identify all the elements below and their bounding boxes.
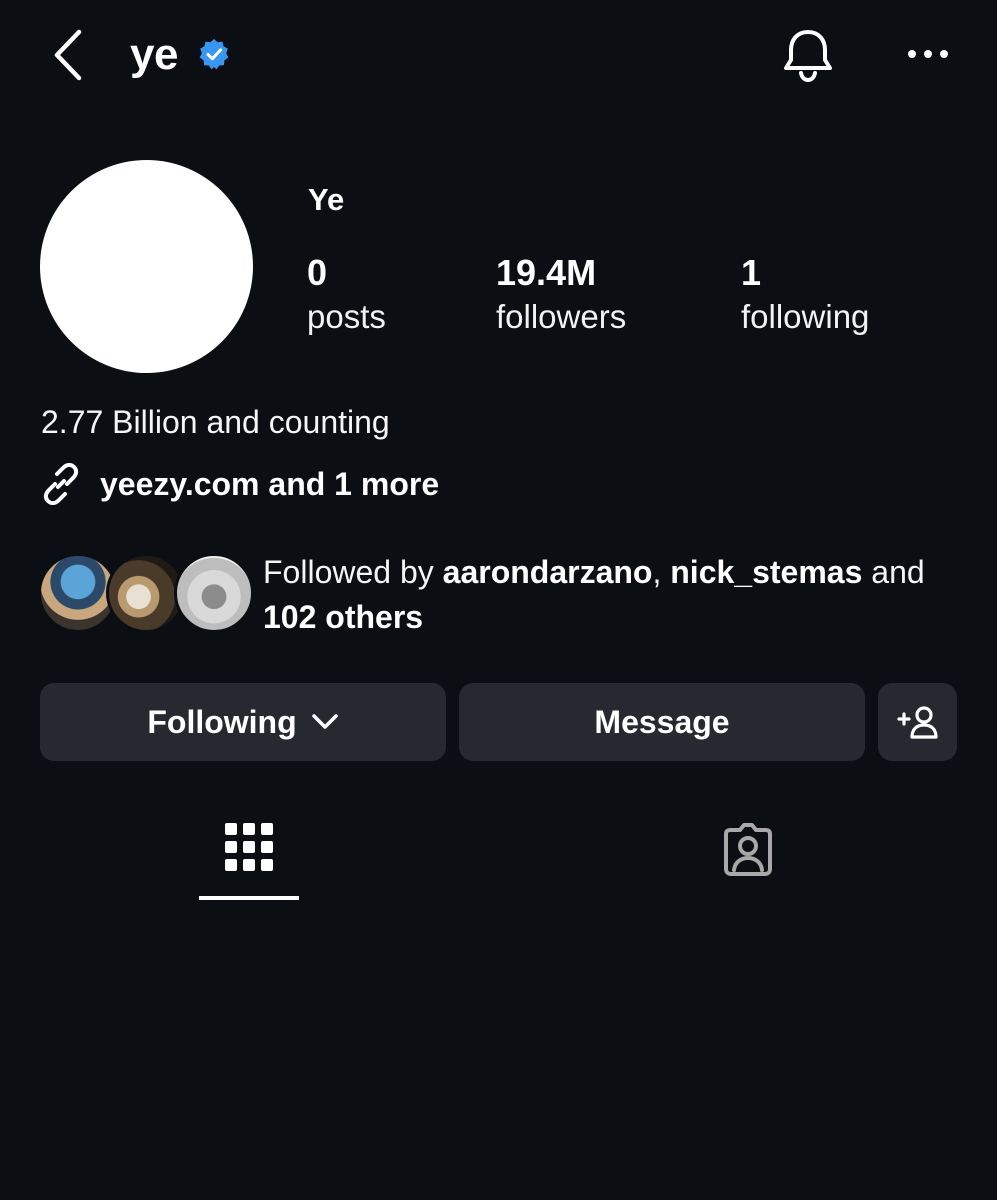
profile-screen: ye Ye 0 posts 19.4M followers 1 followin… — [0, 0, 997, 1200]
tab-tagged[interactable] — [698, 800, 798, 900]
bell-icon — [784, 30, 832, 83]
display-name: Ye — [308, 182, 345, 217]
posts-count: 0 — [307, 252, 328, 293]
tagged-person-icon — [724, 823, 772, 876]
mutual-others-count: 102 others — [263, 599, 424, 635]
avatar — [174, 553, 254, 633]
message-button-label: Message — [594, 703, 730, 740]
more-options-icon — [908, 50, 948, 58]
mutual-user-1: aarondarzano — [442, 554, 653, 590]
mutual-user-2: nick_stemas — [670, 554, 863, 590]
following-button[interactable]: Following — [40, 683, 446, 761]
followers-count: 19.4M — [496, 252, 597, 293]
followed-by-prefix: Followed by — [263, 554, 443, 590]
following-label: following — [741, 298, 870, 335]
stat-following[interactable]: 1 following — [741, 252, 869, 340]
back-chevron-icon — [54, 29, 82, 81]
active-tab-indicator — [199, 896, 299, 900]
bio-text: 2.77 Billion and counting — [41, 404, 390, 440]
stat-posts[interactable]: 0 posts — [307, 252, 386, 340]
followed-by-separator: , — [652, 554, 671, 590]
username-title: ye — [130, 30, 178, 79]
add-person-icon — [896, 706, 938, 739]
chevron-down-icon — [311, 713, 339, 731]
external-link[interactable]: yeezy.com and 1 more — [40, 460, 439, 508]
notifications-button[interactable] — [778, 24, 838, 86]
mutual-followers-avatars[interactable] — [38, 553, 254, 635]
message-button[interactable]: Message — [459, 683, 865, 761]
suggested-people-button[interactable] — [878, 683, 957, 761]
followed-by-text[interactable]: Followed by aarondarzano, nick_stemas an… — [263, 550, 963, 640]
following-count: 1 — [741, 252, 762, 293]
tab-posts-grid[interactable] — [199, 800, 299, 900]
link-icon — [40, 463, 82, 505]
grid-icon — [225, 823, 273, 871]
more-options-button[interactable] — [900, 34, 956, 74]
followed-by-middle: and — [862, 554, 925, 590]
top-bar: ye — [0, 0, 997, 110]
posts-label: posts — [307, 298, 386, 335]
back-button[interactable] — [48, 28, 88, 82]
profile-avatar[interactable] — [40, 160, 253, 373]
link-label: yeezy.com and 1 more — [100, 465, 440, 502]
following-button-label: Following — [147, 703, 297, 740]
verified-badge-icon — [199, 39, 229, 70]
followers-label: followers — [496, 298, 627, 335]
stat-followers[interactable]: 19.4M followers — [496, 252, 626, 340]
